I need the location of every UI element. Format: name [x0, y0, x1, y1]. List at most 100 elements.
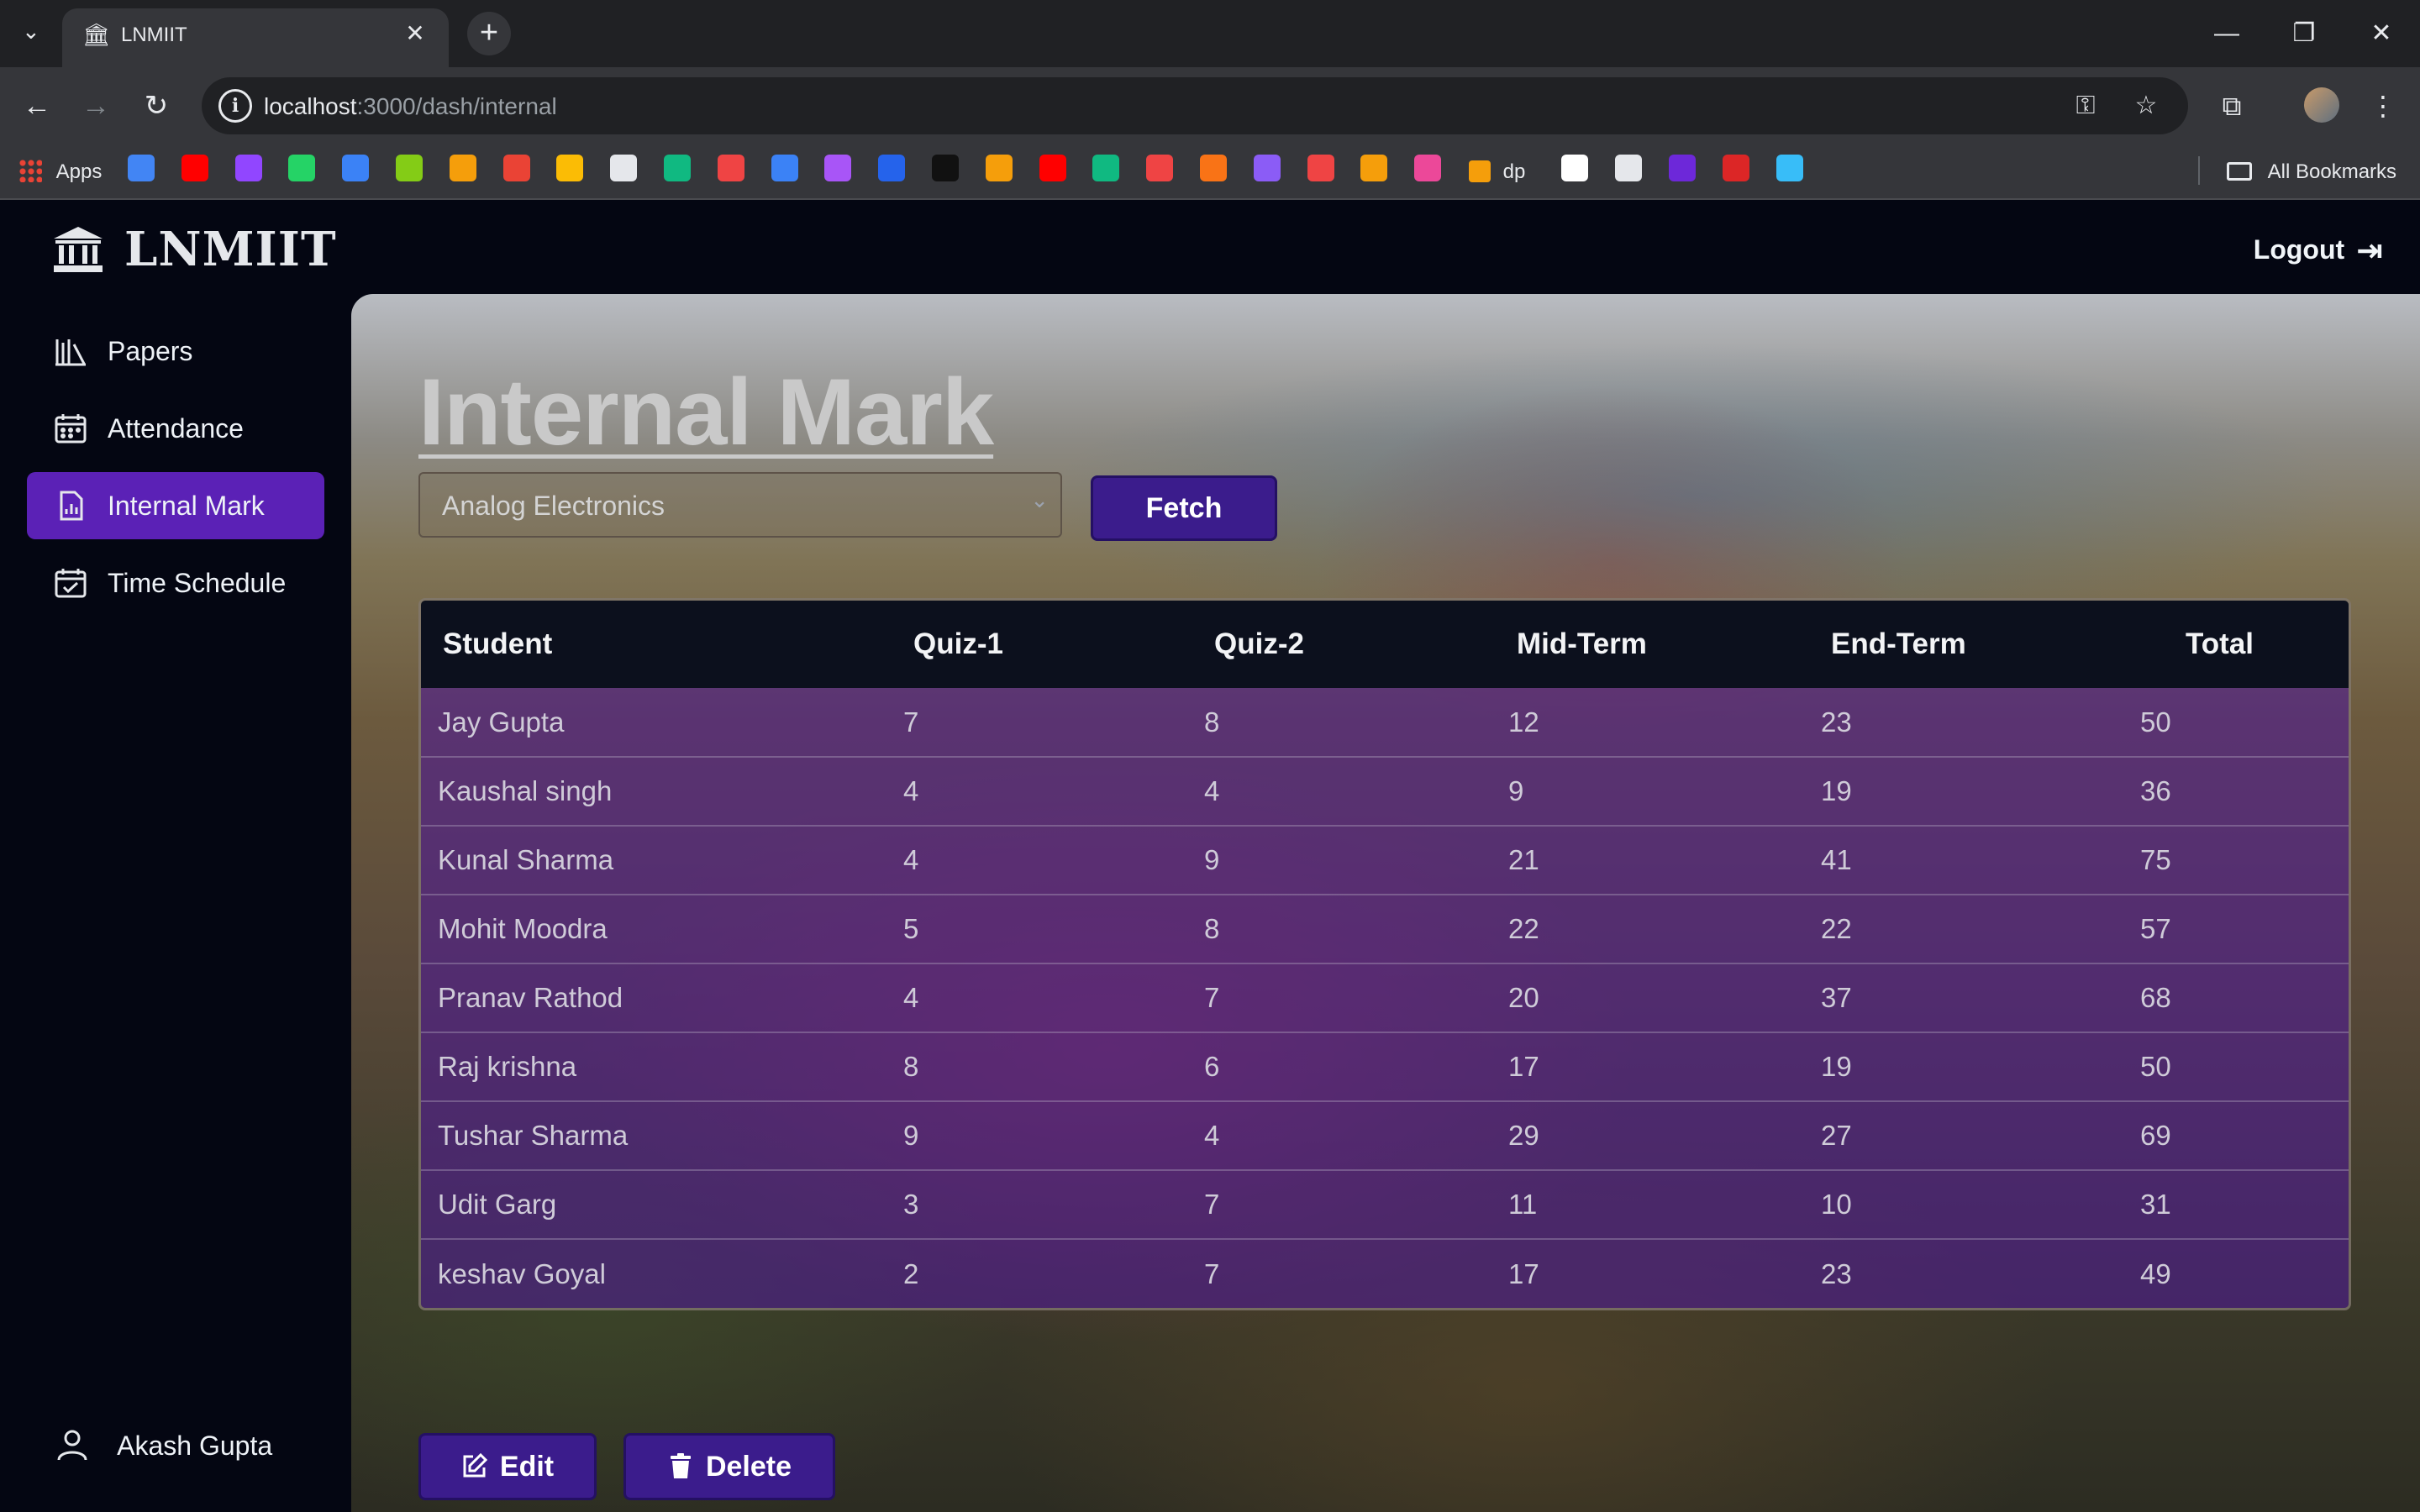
- all-bookmarks[interactable]: All Bookmarks: [2227, 156, 2396, 188]
- table-cell-total: 31: [2140, 1189, 2171, 1220]
- new-tab-button[interactable]: +: [467, 12, 511, 55]
- fetch-button[interactable]: Fetch: [1091, 475, 1277, 541]
- trash-icon: [670, 1453, 691, 1478]
- bookmark-favicon-icon[interactable]: [664, 155, 691, 181]
- sidebar-nav: Papers Attendance Internal Mark Time Sch…: [27, 318, 324, 627]
- logout-button[interactable]: Logout ⇥: [2254, 232, 2383, 270]
- bookmark-favicon-icon[interactable]: [1360, 155, 1388, 181]
- address-bar[interactable]: i localhost:3000/dash/internal ⚿ ☆: [202, 77, 2188, 134]
- bookmark-favicon-icon[interactable]: [878, 155, 906, 181]
- table-cell-quiz-2: 9: [1204, 844, 1220, 875]
- table-cell-mid-term: 17: [1508, 1051, 1539, 1082]
- password-key-icon[interactable]: ⚿: [2069, 89, 2102, 123]
- app-root: LNMIIT Logout ⇥ Papers Attendance Intern…: [0, 202, 2420, 1512]
- logout-icon: ⇥: [2356, 234, 2383, 269]
- table-row[interactable]: Mohit Moodra 5 8 22 22 57: [421, 895, 2349, 963]
- table-row[interactable]: Jay Gupta 7 8 12 23 50: [421, 688, 2349, 757]
- bookmark-favicon-icon[interactable]: [1039, 155, 1066, 181]
- table-cell-quiz-2: 7: [1204, 982, 1220, 1013]
- table-cell-mid-term: 21: [1508, 844, 1539, 875]
- table-cell-total: 68: [2140, 982, 2171, 1013]
- sidebar-item-time-schedule[interactable]: Time Schedule: [27, 549, 324, 617]
- table-cell-quiz-1: 9: [903, 1120, 919, 1151]
- star-icon[interactable]: ☆: [2129, 89, 2163, 123]
- table-cell-quiz-1: 4: [903, 775, 919, 806]
- subject-select[interactable]: Analog Electronics ⌄: [418, 472, 1062, 538]
- column-header-total[interactable]: Total: [2117, 601, 2349, 688]
- bookmark-apps[interactable]: Apps: [18, 156, 102, 188]
- bookmark-favicon-icon[interactable]: [932, 155, 959, 181]
- table-cell-student: Kunal Sharma: [438, 844, 614, 875]
- table-cell-quiz-2: 8: [1204, 913, 1220, 944]
- table-row[interactable]: keshav Goyal 2 7 17 23 49: [421, 1239, 2349, 1308]
- sidebar-item-papers[interactable]: Papers: [27, 318, 324, 385]
- tab-search-dropdown[interactable]: ⌄: [22, 18, 45, 49]
- close-icon[interactable]: ✕: [400, 18, 430, 49]
- table-cell-mid-term: 9: [1508, 775, 1524, 806]
- bookmark-favicon-icon[interactable]: [1615, 155, 1642, 181]
- bookmark-favicon-icon[interactable]: [824, 155, 852, 181]
- column-header-end-term[interactable]: End-Term: [1797, 601, 2117, 688]
- bookmark-favicon-icon[interactable]: [985, 155, 1013, 181]
- bookmark-favicon-icon[interactable]: [717, 155, 744, 181]
- table-cell-student: Raj krishna: [438, 1051, 577, 1082]
- menu-kebab-icon[interactable]: ⋮: [2361, 84, 2405, 128]
- bookmark-favicon-icon[interactable]: [342, 155, 370, 181]
- bookmark-favicon-icon[interactable]: [1414, 155, 1442, 181]
- url-text[interactable]: localhost:3000/dash/internal: [264, 93, 557, 120]
- site-info-icon[interactable]: i: [218, 89, 252, 123]
- window-close-icon[interactable]: ✕: [2356, 12, 2407, 55]
- table-row[interactable]: Udit Garg 3 7 11 10 31: [421, 1170, 2349, 1239]
- bookmark-favicon-icon[interactable]: [502, 155, 530, 181]
- bookmark-favicon-icon[interactable]: [1723, 155, 1749, 181]
- table-cell-total: 50: [2140, 706, 2171, 738]
- bookmark-dp[interactable]: dp: [1469, 156, 1525, 188]
- column-header-mid-term[interactable]: Mid-Term: [1485, 601, 1797, 688]
- browser-tab[interactable]: 🏛 LNMIIT ✕: [62, 8, 449, 67]
- user-profile[interactable]: Akash Gupta: [55, 1428, 272, 1462]
- table-cell-mid-term: 29: [1508, 1120, 1539, 1151]
- restore-icon[interactable]: ❐: [2279, 12, 2329, 55]
- delete-button[interactable]: Delete: [623, 1433, 835, 1500]
- sidebar-item-attendance[interactable]: Attendance: [27, 395, 324, 462]
- table-cell-mid-term: 20: [1508, 982, 1539, 1013]
- column-header-quiz-1[interactable]: Quiz-1: [880, 601, 1181, 688]
- table-row[interactable]: Kaushal singh 4 4 9 19 36: [421, 757, 2349, 826]
- bookmark-favicon-icon[interactable]: [181, 155, 208, 181]
- table-row[interactable]: Kunal Sharma 4 9 21 41 75: [421, 826, 2349, 895]
- table-cell-mid-term: 17: [1508, 1257, 1539, 1289]
- table-row[interactable]: Tushar Sharma 9 4 29 27 69: [421, 1101, 2349, 1170]
- bookmark-favicon-icon[interactable]: [1146, 155, 1174, 181]
- table-cell-quiz-1: 2: [903, 1257, 919, 1289]
- sidebar-item-internal-mark[interactable]: Internal Mark: [27, 472, 324, 539]
- column-header-student[interactable]: Student: [421, 601, 880, 688]
- bookmark-favicon-icon[interactable]: [1200, 155, 1227, 181]
- browser-tabbar: ⌄ 🏛 LNMIIT ✕ + — ❐ ✕: [0, 0, 2420, 67]
- bookmark-favicon-icon[interactable]: [234, 155, 262, 181]
- forward-arrow-icon[interactable]: →: [74, 84, 118, 128]
- reload-icon[interactable]: ↻: [134, 84, 178, 128]
- extensions-icon[interactable]: ⧉: [2210, 84, 2254, 128]
- table-row[interactable]: Pranav Rathod 4 7 20 37 68: [421, 963, 2349, 1032]
- profile-avatar[interactable]: [2304, 87, 2339, 123]
- bookmark-favicon-icon[interactable]: [771, 155, 798, 181]
- bookmark-favicon-icon[interactable]: [610, 155, 638, 181]
- minimize-icon[interactable]: —: [2202, 12, 2252, 55]
- bookmark-favicon-icon[interactable]: [1669, 155, 1696, 181]
- bookmark-favicon-icon[interactable]: [396, 155, 423, 181]
- bookmark-favicon-icon[interactable]: [1776, 155, 1803, 181]
- edit-button[interactable]: Edit: [418, 1433, 597, 1500]
- bookmark-favicon-icon[interactable]: [128, 155, 155, 181]
- bookmark-favicon-icon[interactable]: [1307, 155, 1334, 181]
- bookmark-favicon-icon[interactable]: [556, 155, 584, 181]
- table-cell-total: 36: [2140, 775, 2171, 806]
- bookmark-favicon-icon[interactable]: [288, 155, 316, 181]
- column-header-quiz-2[interactable]: Quiz-2: [1181, 601, 1485, 688]
- bookmark-favicon-icon[interactable]: [1561, 155, 1588, 181]
- bookmark-favicon-icon[interactable]: [1253, 155, 1281, 181]
- bookmark-favicon-icon[interactable]: [449, 155, 476, 181]
- bookmark-favicon-icon[interactable]: [1092, 155, 1120, 181]
- table-header-row: Student Quiz-1 Quiz-2 Mid-Term End-Term …: [421, 601, 2349, 688]
- back-arrow-icon[interactable]: ←: [15, 84, 59, 128]
- table-row[interactable]: Raj krishna 8 6 17 19 50: [421, 1032, 2349, 1101]
